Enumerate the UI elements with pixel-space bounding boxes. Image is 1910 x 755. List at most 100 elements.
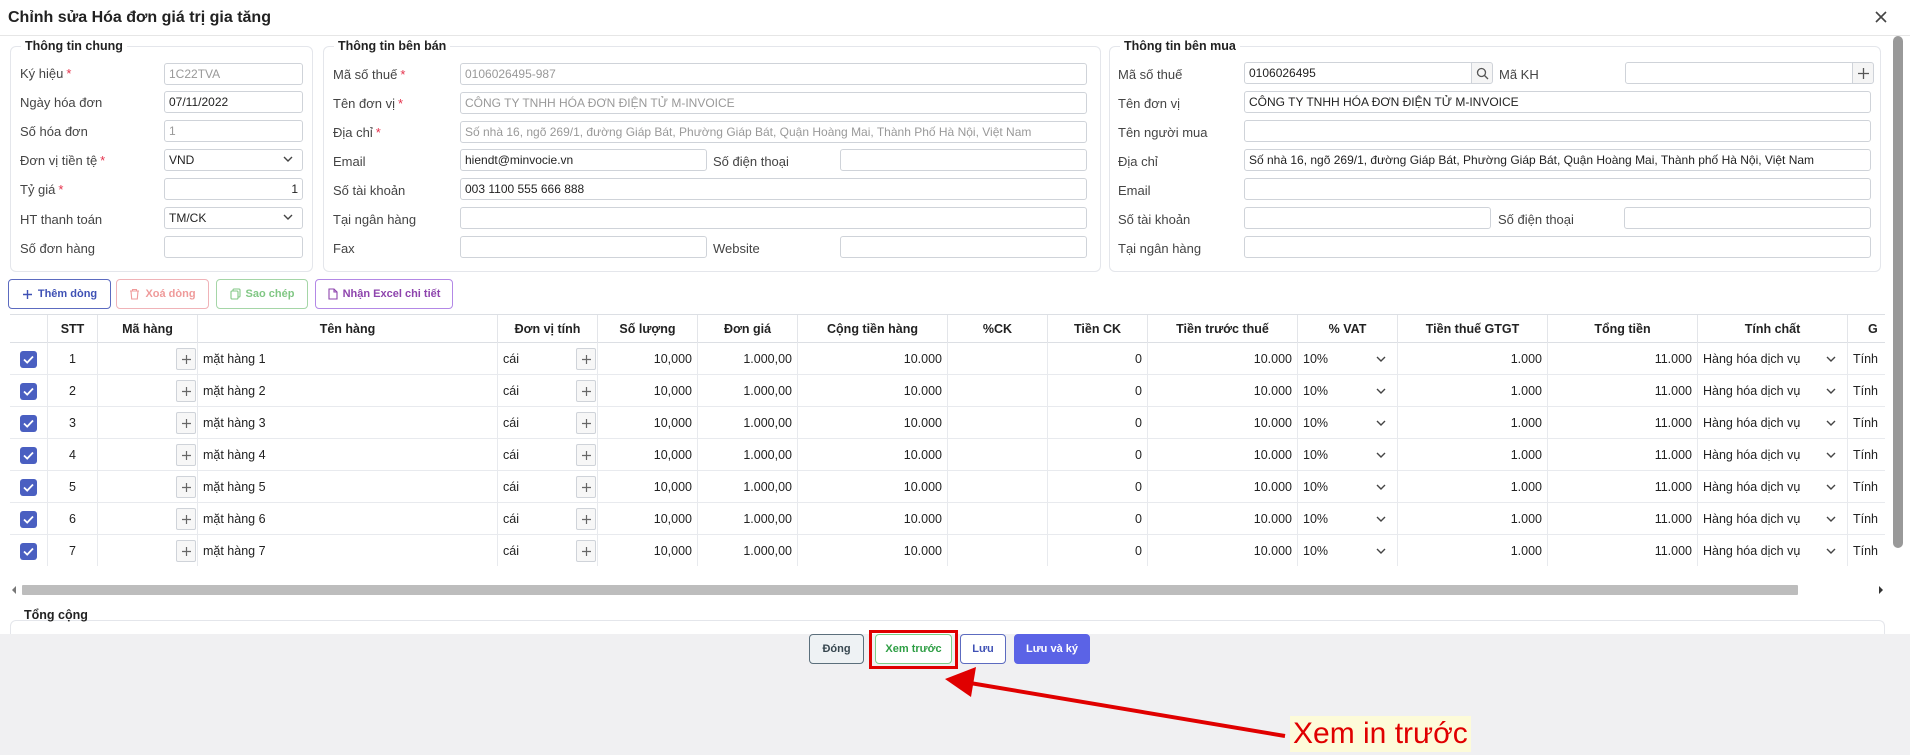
cell-tax[interactable]: 1.000 [1398, 343, 1548, 375]
cell-qty[interactable]: 10,000 [598, 471, 698, 503]
cell-pretax[interactable]: 10.000 [1148, 535, 1298, 566]
cell-nature[interactable]: Hàng hóa dịch vụ [1698, 503, 1848, 535]
cell-ck[interactable]: 0 [1048, 471, 1148, 503]
lookup-button[interactable] [176, 476, 196, 498]
cell-total[interactable]: 11.000 [1548, 343, 1698, 375]
lookup-button[interactable] [176, 508, 196, 530]
seller-phone-field[interactable] [840, 149, 1087, 171]
cell-sel[interactable] [10, 471, 48, 503]
lookup-button[interactable] [576, 508, 596, 530]
lookup-button[interactable] [176, 348, 196, 370]
cell-nature[interactable]: Hàng hóa dịch vụ [1698, 471, 1848, 503]
seller-fax-field[interactable] [460, 236, 707, 258]
seller-email-field[interactable]: hiendt@minvocie.vn [460, 149, 707, 171]
cell-sel[interactable] [10, 375, 48, 407]
invoice-number-field[interactable]: 1 [164, 120, 303, 142]
row-checkbox[interactable] [20, 350, 37, 368]
cell-ck[interactable]: 0 [1048, 503, 1148, 535]
cell-sel[interactable] [10, 439, 48, 471]
cell-ck[interactable]: 0 [1048, 407, 1148, 439]
cell-code[interactable] [98, 375, 198, 407]
cell-price[interactable]: 1.000,00 [698, 343, 798, 375]
cell-price[interactable]: 1.000,00 [698, 503, 798, 535]
seller-account-field[interactable]: 003 1100 555 666 888 [460, 178, 1087, 200]
lookup-button[interactable] [576, 380, 596, 402]
buyer-email-field[interactable] [1244, 178, 1871, 200]
vertical-scrollbar[interactable] [1885, 36, 1910, 634]
cell-ck-pct[interactable] [948, 439, 1048, 471]
cell-pretax[interactable]: 10.000 [1148, 407, 1298, 439]
seller-address-field[interactable]: Số nhà 16, ngõ 269/1, đường Giáp Bát, Ph… [460, 121, 1087, 143]
cell-price[interactable]: 1.000,00 [698, 439, 798, 471]
cell-unit[interactable]: cái [498, 439, 598, 471]
cell-code[interactable] [98, 503, 198, 535]
cell-vat[interactable]: 10% [1298, 503, 1398, 535]
order-number-field[interactable] [164, 236, 303, 258]
cell-vat[interactable]: 10% [1298, 439, 1398, 471]
cell-tax[interactable]: 1.000 [1398, 535, 1548, 566]
row-checkbox[interactable] [20, 446, 37, 464]
cell-total[interactable]: 11.000 [1548, 439, 1698, 471]
table-row[interactable]: 4 mặt hàng 4 cái 10,000 1.000,00 10.000 0 10.00… [10, 439, 1885, 471]
cell-name[interactable]: mặt hàng 7 [198, 535, 498, 566]
cell-vat[interactable]: 10% [1298, 471, 1398, 503]
customer-code-add-button[interactable] [1852, 62, 1874, 84]
cell-qty[interactable]: 10,000 [598, 407, 698, 439]
save-button[interactable]: Lưu [960, 634, 1006, 664]
seller-name-field[interactable]: CÔNG TY TNHH HÓA ĐƠN ĐIỆN TỬ M-INVOICE [460, 92, 1087, 114]
row-checkbox[interactable] [20, 414, 37, 432]
copy-button[interactable]: Sao chép [216, 279, 308, 309]
cell-ck-pct[interactable] [948, 535, 1048, 566]
cell-ck-pct[interactable] [948, 503, 1048, 535]
cell-code[interactable] [98, 471, 198, 503]
lookup-button[interactable] [176, 412, 196, 434]
buyer-person-field[interactable] [1244, 120, 1871, 142]
cell-nature[interactable]: Hàng hóa dịch vụ [1698, 407, 1848, 439]
cell-total[interactable]: 11.000 [1548, 375, 1698, 407]
cell-ck[interactable]: 0 [1048, 535, 1148, 566]
cell-extra[interactable]: Tính [1848, 439, 1885, 471]
cell-qty[interactable]: 10,000 [598, 343, 698, 375]
lookup-button[interactable] [576, 348, 596, 370]
cell-unit[interactable]: cái [498, 407, 598, 439]
cell-extra[interactable]: Tính [1848, 471, 1885, 503]
invoice-date-field[interactable]: 07/11/2022 [164, 91, 303, 113]
cell-pretax[interactable]: 10.000 [1148, 503, 1298, 535]
cell-ck-pct[interactable] [948, 375, 1048, 407]
horizontal-scrollbar[interactable] [10, 578, 1885, 602]
cell-total[interactable]: 11.000 [1548, 407, 1698, 439]
horizontal-scroll-thumb[interactable] [22, 585, 1798, 595]
cell-ck[interactable]: 0 [1048, 439, 1148, 471]
row-checkbox[interactable] [20, 478, 37, 496]
cell-amount[interactable]: 10.000 [798, 343, 948, 375]
scroll-right-icon[interactable] [1877, 585, 1885, 595]
cell-unit[interactable]: cái [498, 471, 598, 503]
symbol-field[interactable]: 1C22TVA [164, 63, 303, 85]
cell-qty[interactable]: 10,000 [598, 375, 698, 407]
cell-tax[interactable]: 1.000 [1398, 375, 1548, 407]
buyer-tax-field[interactable]: 0106026495 [1244, 62, 1473, 84]
buyer-address-field[interactable]: Số nhà 16, ngõ 269/1, đường Giáp Bát, Ph… [1244, 149, 1871, 171]
vertical-scroll-thumb[interactable] [1893, 36, 1903, 548]
payment-method-select[interactable]: TM/CK [164, 207, 303, 229]
seller-tax-field[interactable]: 0106026495-987 [460, 63, 1087, 85]
seller-website-field[interactable] [840, 236, 1087, 258]
close-icon[interactable] [1872, 8, 1890, 26]
lookup-button[interactable] [576, 476, 596, 498]
exchange-rate-field[interactable]: 1 [164, 178, 303, 200]
buyer-name-field[interactable]: CÔNG TY TNHH HÓA ĐƠN ĐIỆN TỬ M-INVOICE [1244, 91, 1871, 113]
cell-qty[interactable]: 10,000 [598, 503, 698, 535]
row-checkbox[interactable] [20, 382, 37, 400]
table-row[interactable]: 2 mặt hàng 2 cái 10,000 1.000,00 10.000 0 10.00… [10, 375, 1885, 407]
cell-code[interactable] [98, 407, 198, 439]
buyer-tax-search-button[interactable] [1471, 62, 1493, 84]
cell-extra[interactable]: Tính [1848, 375, 1885, 407]
cell-total[interactable]: 11.000 [1548, 503, 1698, 535]
cell-pretax[interactable]: 10.000 [1148, 471, 1298, 503]
cell-ck-pct[interactable] [948, 471, 1048, 503]
table-row[interactable]: 1 mặt hàng 1 cái 10,000 1.000,00 10.000 0 10.00… [10, 343, 1885, 375]
cell-tax[interactable]: 1.000 [1398, 439, 1548, 471]
cell-nature[interactable]: Hàng hóa dịch vụ [1698, 439, 1848, 471]
cell-tax[interactable]: 1.000 [1398, 471, 1548, 503]
cell-name[interactable]: mặt hàng 6 [198, 503, 498, 535]
